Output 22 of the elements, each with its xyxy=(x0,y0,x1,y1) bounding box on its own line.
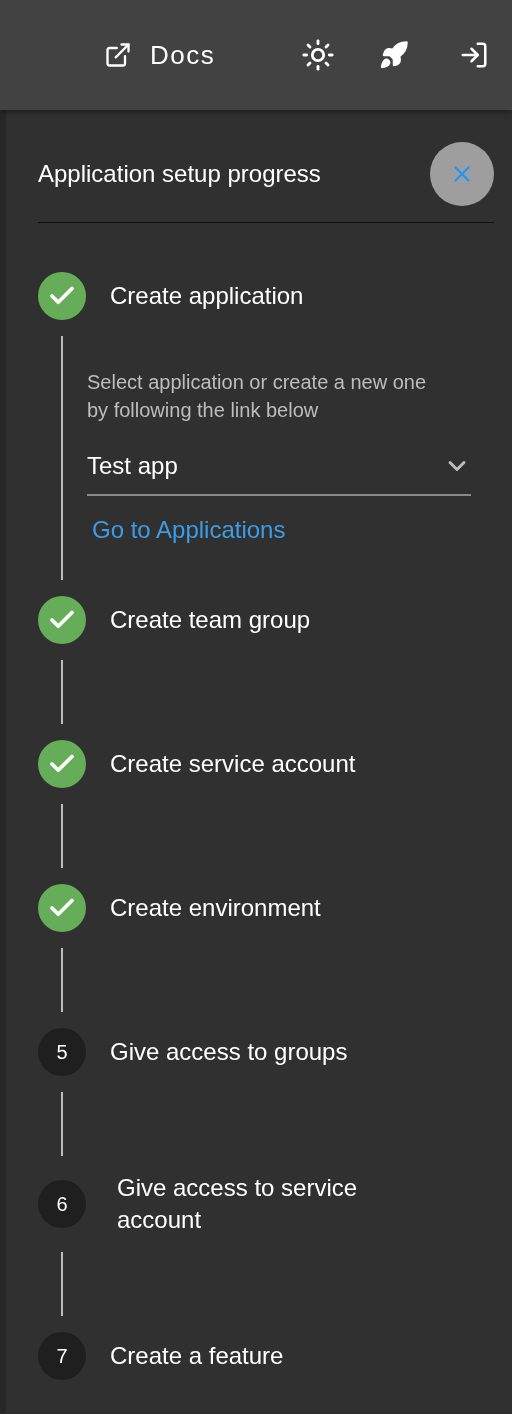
step-label[interactable]: Create application xyxy=(110,280,304,312)
application-select[interactable]: Test app xyxy=(87,444,471,496)
step-number: 6 xyxy=(38,1180,86,1228)
step-label[interactable]: Create team group xyxy=(110,604,311,636)
login-button[interactable] xyxy=(459,40,490,70)
applications-link[interactable]: Go to Applications xyxy=(92,516,286,544)
rocket-button[interactable] xyxy=(379,40,410,70)
step-label[interactable]: Give access to service account xyxy=(117,1172,417,1236)
step-label[interactable]: Create a feature xyxy=(110,1340,284,1372)
step-number: 7 xyxy=(38,1332,86,1380)
step-number: 5 xyxy=(38,1028,86,1076)
step-label[interactable]: Create environment xyxy=(110,892,321,924)
step-label[interactable]: Create service account xyxy=(110,748,356,780)
login-icon xyxy=(459,40,490,70)
step-label[interactable]: Give access to groups xyxy=(110,1036,348,1068)
external-link-icon xyxy=(104,41,132,69)
docs-link[interactable]: Docs xyxy=(104,39,216,71)
rocket-icon xyxy=(379,40,410,70)
sun-icon xyxy=(301,38,336,72)
panel-title: Application setup progress xyxy=(38,160,321,188)
theme-toggle-button[interactable] xyxy=(301,38,336,72)
step-description: Select application or create a new one by following the link below xyxy=(87,370,428,423)
